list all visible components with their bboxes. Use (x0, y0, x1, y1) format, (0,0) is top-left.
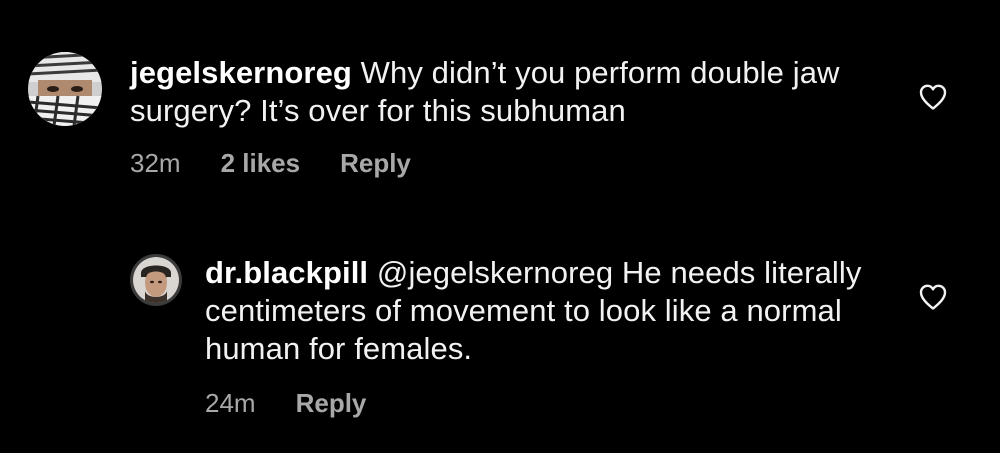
avatar[interactable] (28, 52, 102, 126)
comment-username[interactable]: jegelskernoreg (130, 55, 352, 90)
comment-username[interactable]: dr.blackpill (205, 255, 368, 290)
heart-outline-icon[interactable] (918, 83, 948, 111)
reply-comment-item: dr.blackpill @jegelskernoreg He needs li… (0, 240, 1000, 440)
comment-text: jegelskernoreg Why didn’t you perform do… (130, 54, 890, 130)
avatar[interactable] (130, 254, 182, 306)
reply-button[interactable]: Reply (296, 388, 367, 419)
comment-meta: 32m 2 likes Reply (130, 148, 411, 179)
comment-time: 32m (130, 148, 181, 178)
comment-meta: 24m Reply (205, 388, 366, 419)
reply-button[interactable]: Reply (340, 148, 411, 179)
comment-likes-count[interactable]: 2 likes (221, 148, 301, 179)
heart-outline-icon[interactable] (918, 283, 948, 311)
comment-item: jegelskernoreg Why didn’t you perform do… (0, 0, 1000, 200)
comment-time: 24m (205, 388, 256, 418)
comment-text: dr.blackpill @jegelskernoreg He needs li… (205, 254, 865, 368)
